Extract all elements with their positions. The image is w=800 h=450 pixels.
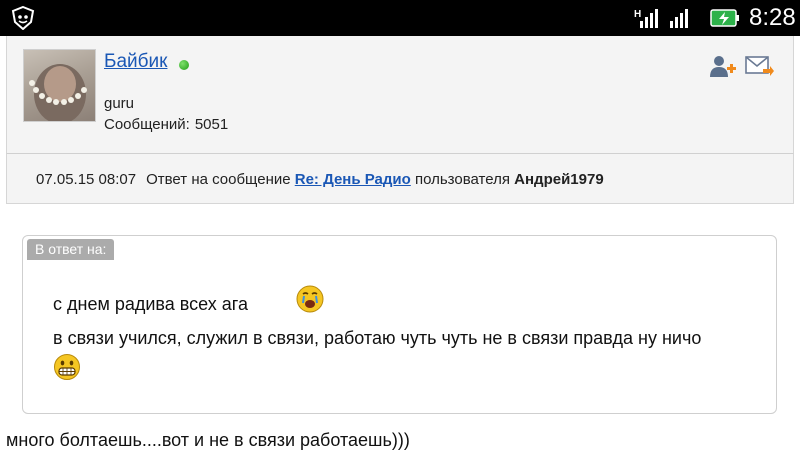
- post-meta-line: 07.05.15 08:07 Ответ на сообщение Re: Ден…: [36, 171, 604, 188]
- thread-link[interactable]: Re: День Радио: [295, 171, 411, 188]
- post-count: Сообщений: 5051: [104, 116, 228, 133]
- signal-icon: H: [634, 7, 658, 29]
- original-author: Андрей1979: [514, 171, 604, 188]
- post-count-value: 5051: [194, 116, 229, 133]
- quote-line-2: в связи учился, служил в связи, работаю …: [53, 328, 702, 348]
- reply-prefix: Ответ на сообщение: [146, 171, 291, 188]
- quote-block: В ответ на: с днем радива всех ага в свя…: [22, 235, 777, 414]
- battery-charging-icon: [710, 9, 739, 27]
- clock: 8:28: [749, 4, 796, 31]
- quote-label: В ответ на:: [27, 239, 115, 260]
- grinning-smiley-icon: [54, 354, 80, 380]
- post-count-label: Сообщений:: [104, 116, 190, 133]
- crying-smiley-icon: [296, 285, 324, 313]
- post-body-text: много болтаешь....вот и не в связи работ…: [6, 430, 410, 450]
- by-user-prefix: пользователя: [414, 171, 510, 188]
- avatar[interactable]: [23, 49, 96, 122]
- send-message-icon[interactable]: [745, 53, 775, 79]
- username-link[interactable]: Байбик: [104, 51, 167, 73]
- user-rank: guru: [104, 95, 135, 112]
- online-status-indicator: [179, 60, 189, 70]
- post-author-header: Байбик guru Сообщений: 5051: [6, 36, 794, 154]
- post-date: 07.05.15 08:07: [36, 171, 137, 188]
- quote-line-1: с днем радива всех ага: [53, 294, 248, 314]
- signal-icon-2: [668, 7, 692, 29]
- app-shield-icon: [11, 6, 35, 30]
- add-friend-icon[interactable]: [709, 53, 737, 79]
- post-meta-bar: 07.05.15 08:07 Ответ на сообщение Re: Ден…: [6, 154, 794, 204]
- status-bar: H 8:28: [0, 0, 800, 36]
